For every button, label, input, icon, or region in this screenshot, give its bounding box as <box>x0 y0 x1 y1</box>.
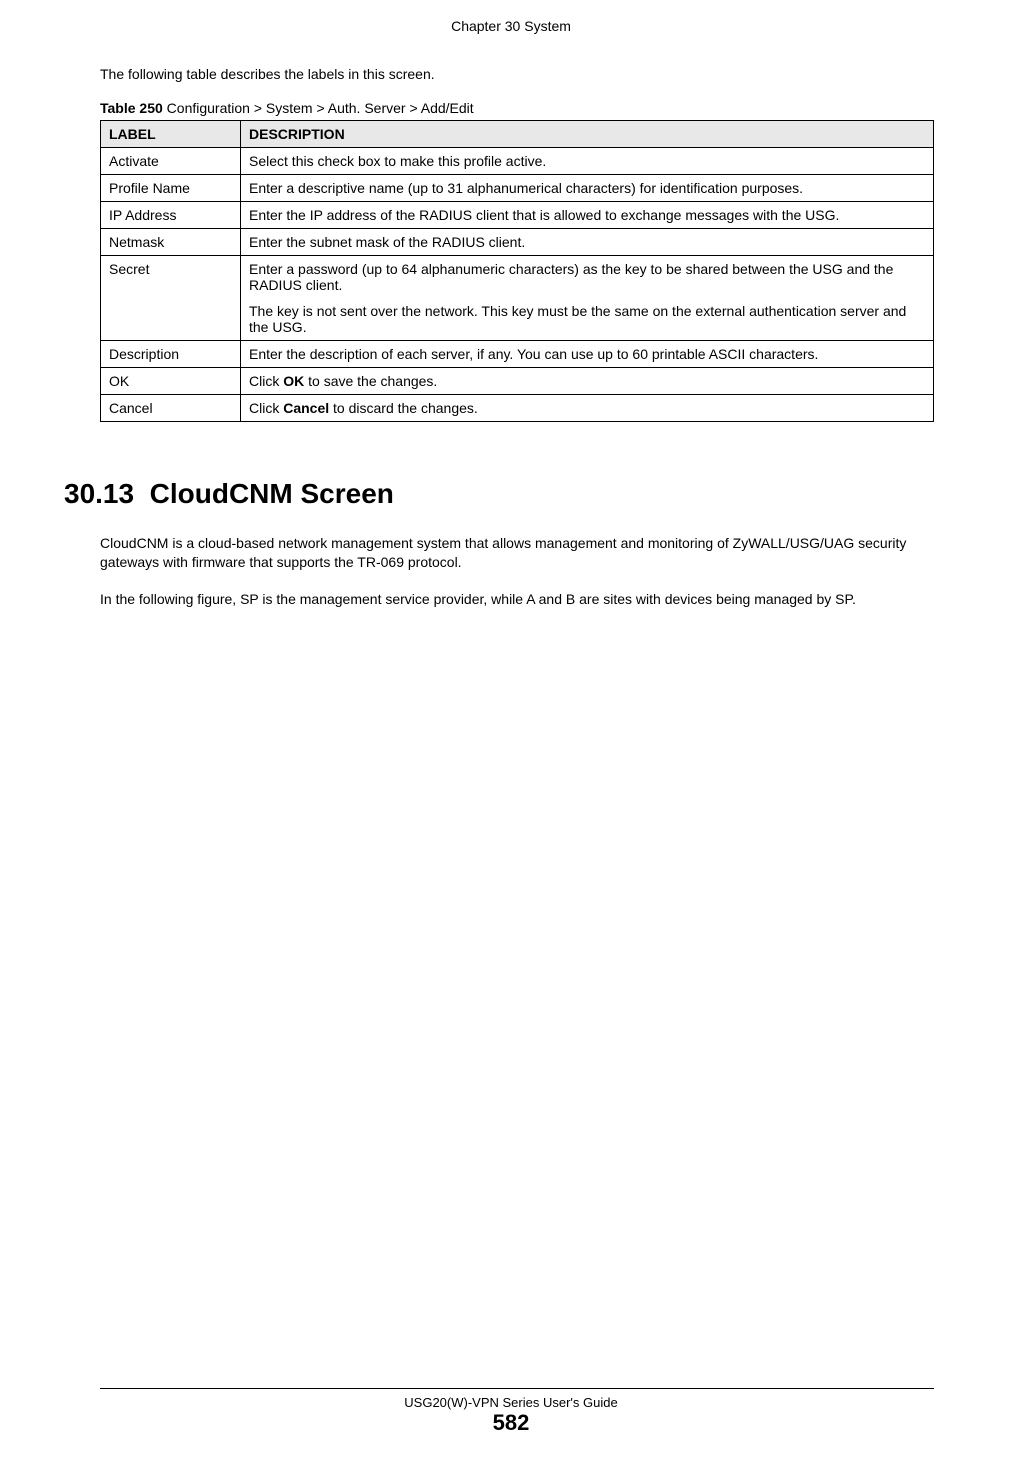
row-label: Cancel <box>101 395 241 422</box>
row-desc: Click OK to save the changes. <box>241 368 934 395</box>
row-desc-p2: The key is not sent over the network. Th… <box>249 303 925 335</box>
table-row: IP Address Enter the IP address of the R… <box>101 202 934 229</box>
row-desc-pre: Click <box>249 373 283 389</box>
row-desc: Enter the subnet mask of the RADIUS clie… <box>241 229 934 256</box>
section-paragraph-1: CloudCNM is a cloud-based network manage… <box>100 534 934 572</box>
row-desc: Enter the IP address of the RADIUS clien… <box>241 202 934 229</box>
th-label: LABEL <box>101 121 241 148</box>
row-label: IP Address <box>101 202 241 229</box>
row-desc-post: to discard the changes. <box>329 400 478 416</box>
row-desc-p1: Enter a password (up to 64 alphanumeric … <box>249 261 925 293</box>
table-row: Activate Select this check box to make t… <box>101 148 934 175</box>
table-row: Secret Enter a password (up to 64 alphan… <box>101 256 934 341</box>
row-desc: Enter a password (up to 64 alphanumeric … <box>241 256 934 341</box>
intro-paragraph: The following table describes the labels… <box>100 66 934 82</box>
table-number: Table 250 <box>100 100 163 116</box>
page-content: The following table describes the labels… <box>0 66 1022 609</box>
table-caption: Table 250 Configuration > System > Auth.… <box>100 100 934 116</box>
footer-divider <box>100 1388 934 1389</box>
table-row: Netmask Enter the subnet mask of the RAD… <box>101 229 934 256</box>
row-label: Description <box>101 341 241 368</box>
chapter-label: Chapter 30 System <box>451 18 571 34</box>
row-desc-bold: Cancel <box>283 400 329 416</box>
section-heading: 30.13 CloudCNM Screen <box>64 478 934 510</box>
table-row: Description Enter the description of eac… <box>101 341 934 368</box>
page-footer: USG20(W)-VPN Series User's Guide 582 <box>0 1388 1022 1436</box>
row-label: Activate <box>101 148 241 175</box>
table-row: Cancel Click Cancel to discard the chang… <box>101 395 934 422</box>
page-header: Chapter 30 System <box>0 0 1022 42</box>
section-number: 30.13 <box>64 478 134 509</box>
row-label: Netmask <box>101 229 241 256</box>
label-description-table: LABEL DESCRIPTION Activate Select this c… <box>100 120 934 422</box>
th-description: DESCRIPTION <box>241 121 934 148</box>
row-desc: Click Cancel to discard the changes. <box>241 395 934 422</box>
footer-page-number: 582 <box>0 1410 1022 1436</box>
section-paragraph-2: In the following figure, SP is the manag… <box>100 590 934 609</box>
row-desc: Select this check box to make this profi… <box>241 148 934 175</box>
row-desc-pre: Click <box>249 400 283 416</box>
section-title: CloudCNM Screen <box>150 478 394 509</box>
row-desc: Enter the description of each server, if… <box>241 341 934 368</box>
row-desc-bold: OK <box>283 373 304 389</box>
row-desc: Enter a descriptive name (up to 31 alpha… <box>241 175 934 202</box>
row-label: Secret <box>101 256 241 341</box>
row-desc-post: to save the changes. <box>304 373 437 389</box>
footer-guide-title: USG20(W)-VPN Series User's Guide <box>0 1395 1022 1410</box>
row-label: Profile Name <box>101 175 241 202</box>
row-label: OK <box>101 368 241 395</box>
table-header-row: LABEL DESCRIPTION <box>101 121 934 148</box>
table-row: Profile Name Enter a descriptive name (u… <box>101 175 934 202</box>
table-caption-rest: Configuration > System > Auth. Server > … <box>163 100 474 116</box>
table-row: OK Click OK to save the changes. <box>101 368 934 395</box>
